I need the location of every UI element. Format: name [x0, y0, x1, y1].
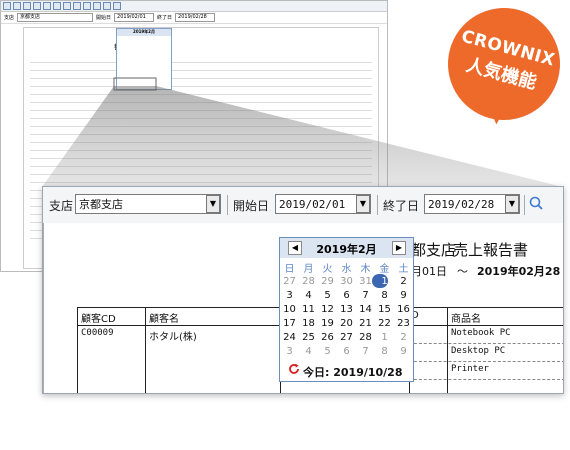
calendar-day[interactable]: 5: [318, 345, 337, 359]
start-date-dropdown-button[interactable]: ▼: [356, 195, 370, 213]
calendar-day[interactable]: 19: [318, 317, 337, 331]
calendar-day[interactable]: 30: [337, 275, 356, 289]
calendar-day[interactable]: 15: [375, 303, 394, 317]
calendar-day[interactable]: 8: [375, 289, 394, 303]
header-customer-cd: 顧客CD: [81, 314, 116, 325]
calendar-week-row: 27 28 29 30 31 1 2: [280, 275, 413, 289]
calendar-day-grid: 27 28 29 30 31 1 2 3 4 5 6 7 8 9 10 11 12 13 14 15 16 17 18 19 2…: [280, 275, 413, 359]
calendar-day[interactable]: 6: [337, 345, 356, 359]
calendar-day[interactable]: 31: [356, 275, 375, 289]
calendar-day[interactable]: 18: [299, 317, 318, 331]
toolbar-separator: [227, 195, 228, 215]
table-row-product: Desktop PC: [451, 346, 506, 356]
calendar-day[interactable]: 5: [318, 289, 337, 303]
calendar-week-row: 10 11 12 13 14 15 16: [280, 303, 413, 317]
calendar-header: 2019年2月 ◀ ▶: [280, 238, 413, 258]
calendar-day[interactable]: 17: [280, 317, 299, 331]
weekday-header: 日月火水木金土: [280, 260, 413, 275]
calendar-day[interactable]: 14: [356, 303, 375, 317]
today-button[interactable]: 今日: 2019/10/28: [288, 363, 403, 380]
report-date-from: 月01日: [411, 265, 447, 278]
calendar-week-row: 3456789: [280, 345, 413, 359]
calendar-day[interactable]: 9: [394, 289, 413, 303]
weekday-label: 金: [379, 264, 390, 275]
header-product-name: 商品名: [451, 314, 481, 325]
weekday-label: 水: [341, 264, 352, 275]
calendar-day[interactable]: 4: [299, 289, 318, 303]
calendar-day[interactable]: 10: [280, 303, 299, 317]
calendar-day[interactable]: 9: [394, 345, 413, 359]
header-customer-name: 顧客名: [149, 314, 179, 325]
weekday-label: 土: [398, 264, 409, 275]
calendar-day[interactable]: 13: [337, 303, 356, 317]
calendar-day[interactable]: 11: [299, 303, 318, 317]
calendar-day[interactable]: 4: [299, 345, 318, 359]
calendar-day[interactable]: 28: [299, 275, 318, 289]
calendar-day[interactable]: 12: [318, 303, 337, 317]
table-row-product: Notebook PC: [451, 328, 511, 338]
calendar-day[interactable]: 3: [280, 289, 299, 303]
weekday-label: 火: [322, 264, 333, 275]
branch-select[interactable]: 京都支店: [75, 194, 221, 214]
end-date-label: 終了日: [383, 199, 420, 213]
calendar-day[interactable]: 3: [280, 345, 299, 359]
start-date-label: 開始日: [233, 199, 270, 213]
chevron-left-icon: ◀: [291, 243, 299, 252]
date-picker-popup: 2019年2月 ◀ ▶ 日月火水木金土 27 28 29 30 31 1 2 3 4 5 6 7 8 9 1…: [279, 237, 414, 382]
calendar-day[interactable]: 23: [394, 317, 413, 331]
weekday-label: 日: [284, 264, 295, 275]
end-date-dropdown-button[interactable]: ▼: [505, 195, 519, 213]
table-row-name: ホタル(株): [149, 332, 197, 343]
calendar-day[interactable]: 21: [356, 317, 375, 331]
report-title-branch: 都支店: [411, 241, 457, 259]
calendar-day[interactable]: 7: [356, 289, 375, 303]
report-date-to: 2019年02月28: [477, 265, 561, 278]
calendar-day[interactable]: 27: [337, 331, 356, 345]
toolbar-separator: [377, 195, 378, 215]
calendar-day[interactable]: 27: [280, 275, 299, 289]
chevron-right-icon: ▶: [395, 243, 403, 252]
report-date-sep: ～: [457, 265, 468, 278]
calendar-day[interactable]: 1: [375, 275, 394, 289]
chevron-down-icon: ▼: [359, 199, 367, 208]
calendar-day[interactable]: 8: [375, 345, 394, 359]
prev-month-button[interactable]: ◀: [288, 241, 302, 255]
weekday-label: 木: [360, 264, 371, 275]
calendar-week-row: 24 25 26 27 28 1 2: [280, 331, 413, 345]
calendar-day[interactable]: 26: [318, 331, 337, 345]
calendar-day[interactable]: 16: [394, 303, 413, 317]
toolbar-separator: [524, 195, 525, 215]
calendar-day[interactable]: 2: [394, 275, 413, 289]
calendar-day[interactable]: 22: [375, 317, 394, 331]
table-row-cd: C00009: [81, 328, 114, 338]
calendar-day[interactable]: 24: [280, 331, 299, 345]
chevron-down-icon: ▼: [209, 199, 217, 208]
next-month-button[interactable]: ▶: [392, 241, 406, 255]
weekday-label: 月: [303, 264, 314, 275]
zoomed-report-viewer: 支店 京都支店 ▼ 開始日 2019/02/01 ▼ 終了日 2019/02/2…: [42, 186, 564, 394]
calendar-week-row: 3456789: [280, 289, 413, 303]
calendar-day[interactable]: 7: [356, 345, 375, 359]
calendar-day[interactable]: 1: [375, 331, 394, 345]
calendar-day[interactable]: 20: [337, 317, 356, 331]
today-label: 今日: 2019/10/28: [303, 366, 403, 379]
table-row-product: Printer: [451, 364, 489, 374]
calendar-day[interactable]: 2: [394, 331, 413, 345]
today-refresh-icon: [289, 363, 299, 374]
chevron-down-icon: ▼: [508, 199, 516, 208]
calendar-week-row: 17 18 19 20 21 22 23: [280, 317, 413, 331]
calendar-day[interactable]: 29: [318, 275, 337, 289]
calendar-day[interactable]: 25: [299, 331, 318, 345]
report-title: 売上報告書: [453, 241, 529, 259]
calendar-day[interactable]: 6: [337, 289, 356, 303]
search-icon[interactable]: [529, 196, 543, 210]
filter-toolbar: 支店 京都支店 ▼ 開始日 2019/02/01 ▼ 終了日 2019/02/2…: [43, 187, 563, 224]
branch-dropdown-button[interactable]: ▼: [206, 195, 220, 213]
branch-label: 支店: [49, 199, 74, 213]
calendar-day[interactable]: 28: [356, 331, 375, 345]
